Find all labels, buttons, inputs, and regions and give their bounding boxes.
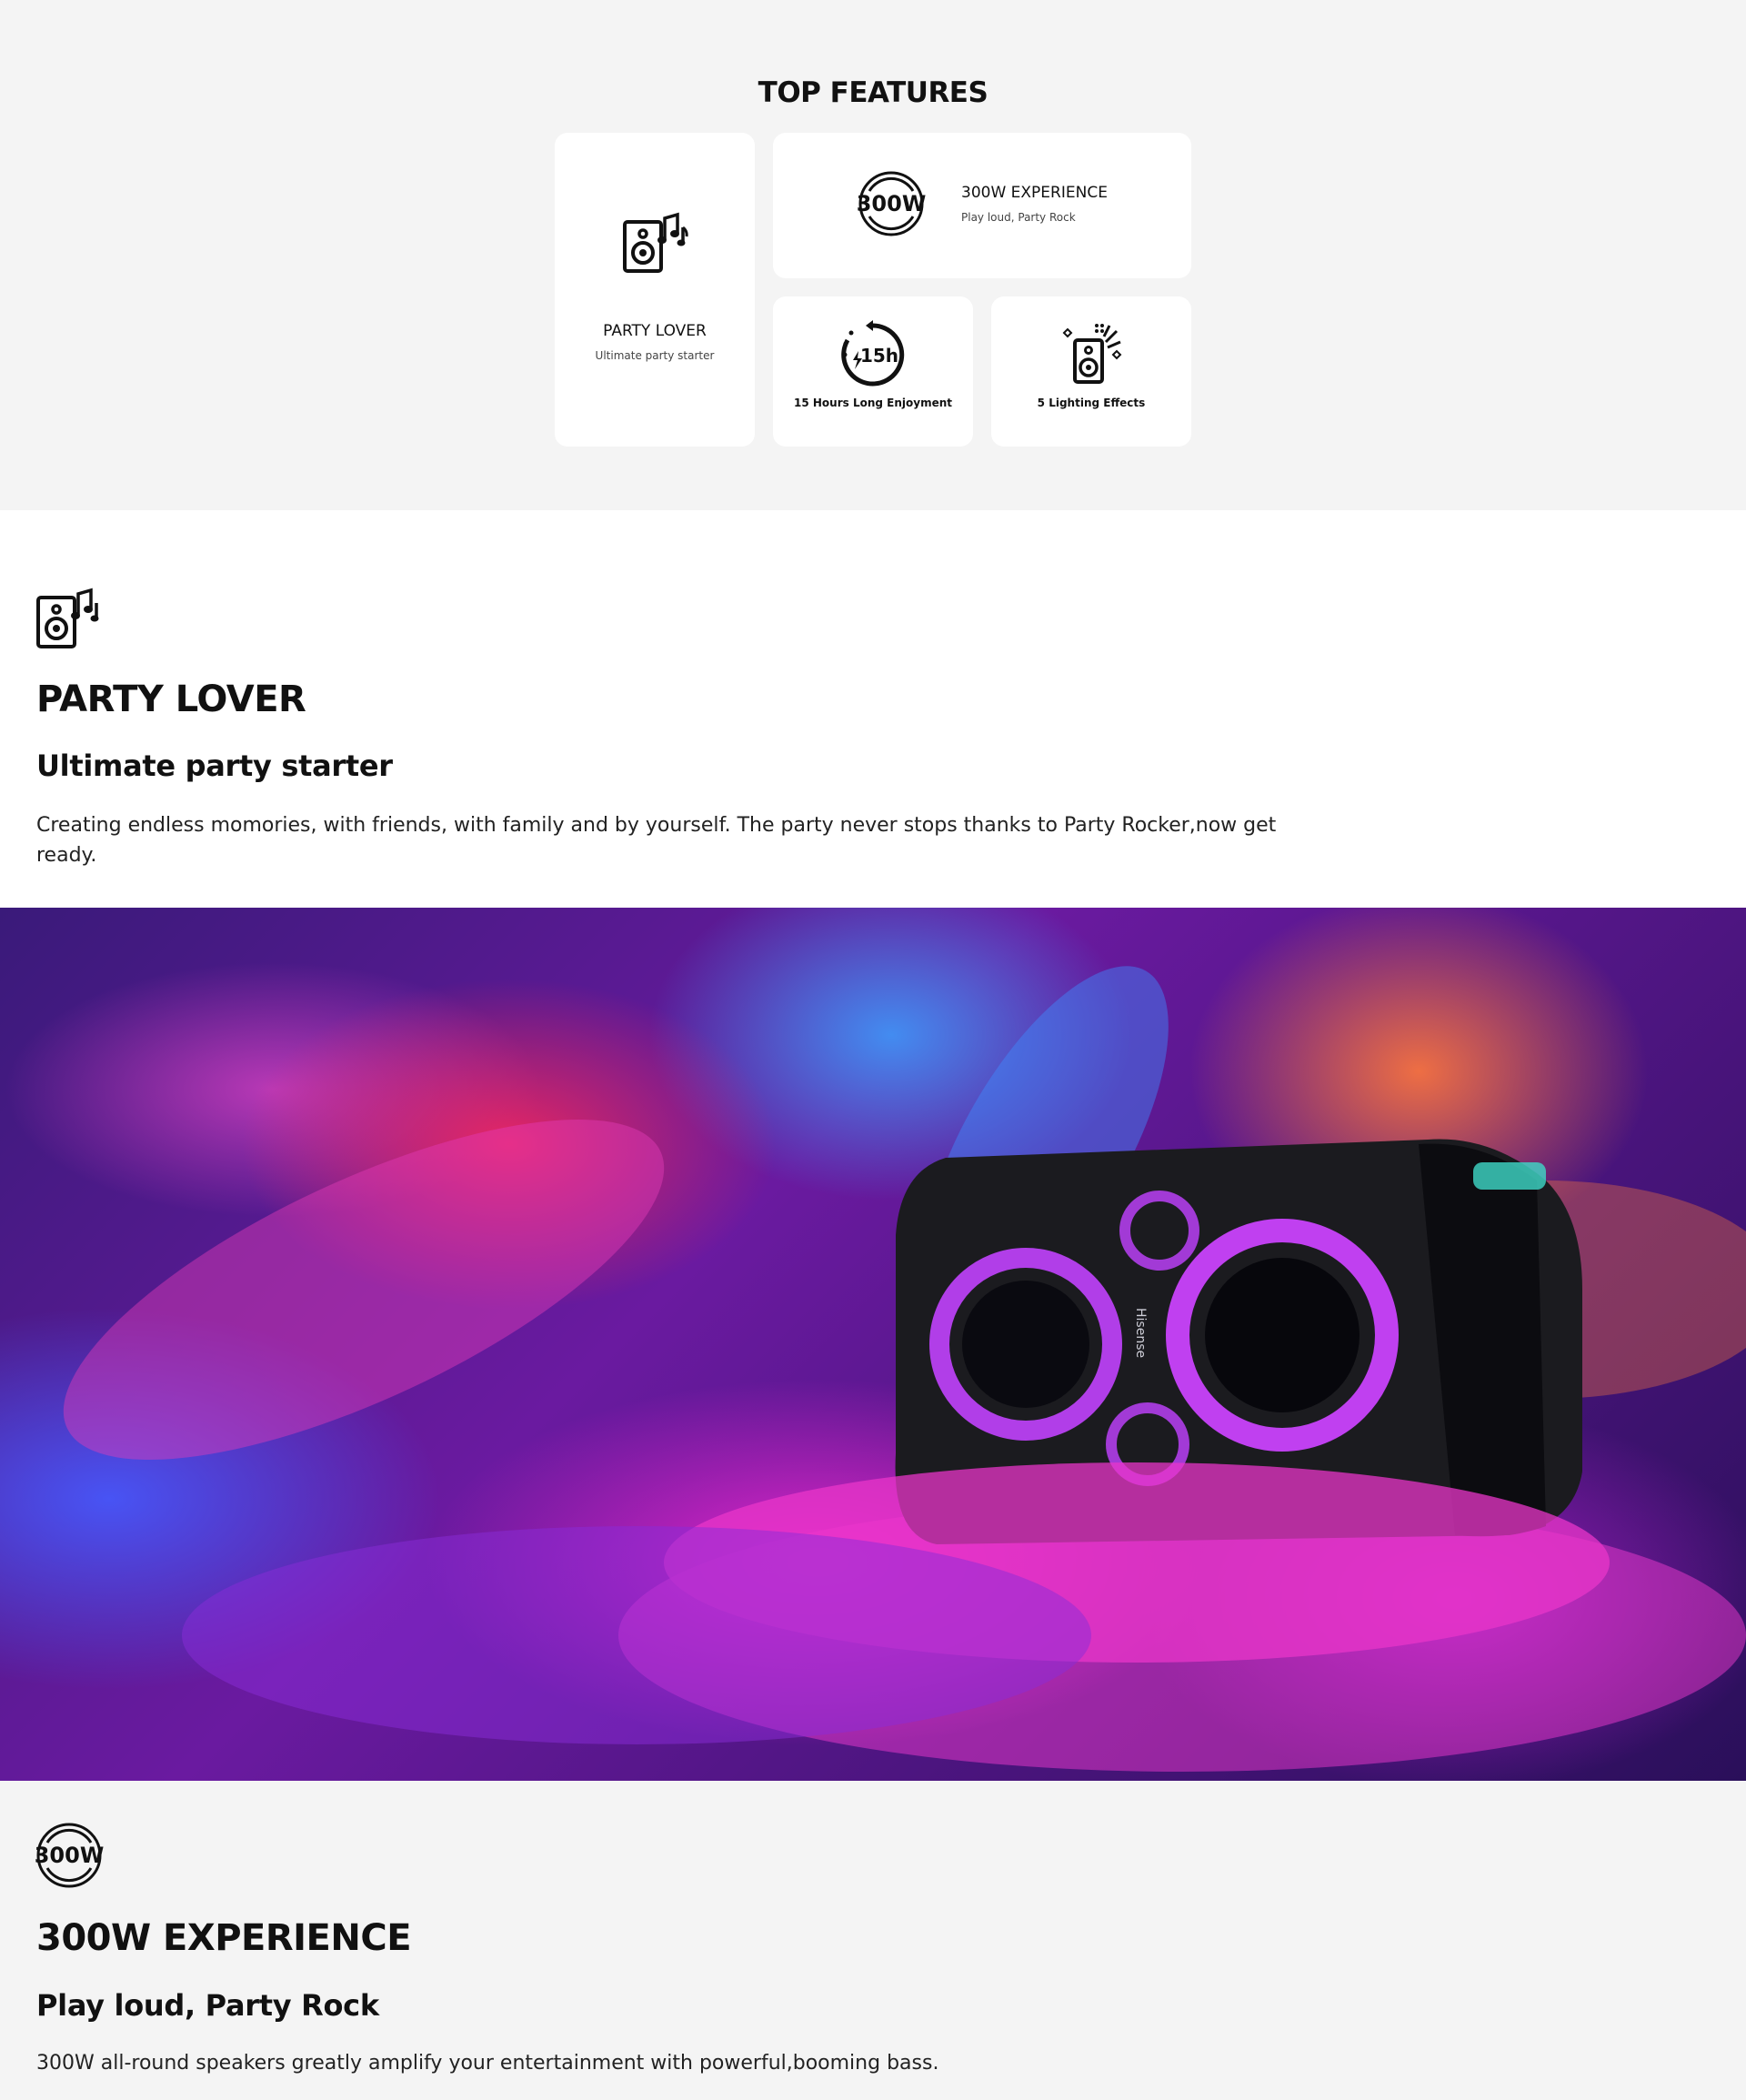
300w-experience-section: 300W 300W EXPERIENCE Play loud, Party Ro… [0,1781,1746,2099]
power-300w-icon: 300W [35,1823,104,1888]
feature-card-title: 5 Lighting Effects [1037,397,1146,409]
feature-card-party-lover[interactable]: PARTY LOVER Ultimate party starter [555,133,755,447]
wattage-badge: 300W [857,191,926,216]
speaker-brand-label: Hisense [1133,1308,1148,1358]
feature-card-15-hours[interactable]: 15h 15 Hours Long Enjoyment [773,296,973,447]
party-lover-section: PARTY LOVER Ultimate party starter Creat… [0,510,1746,908]
battery-15h-icon: 15h [841,320,905,387]
feature-card-title: 15 Hours Long Enjoyment [794,397,952,409]
section-title: PARTY LOVER [36,678,306,720]
feature-card-300w[interactable]: 300W 300W EXPERIENCE Play loud, Party Ro… [773,133,1191,278]
feature-card-lighting[interactable]: 5 Lighting Effects [991,296,1191,447]
speaker-music-icon [623,212,688,273]
hero-speaker-illustration: Hisense [63,966,1746,1772]
top-features-section: TOP FEATURES PARTY LOVER Ultimate party … [0,0,1746,510]
feature-card-subtitle: Ultimate party starter [595,349,715,362]
section-description: Creating endless momories, with friends,… [36,814,1277,867]
speaker-music-icon [36,588,99,648]
section-subtitle: Ultimate party starter [36,749,393,783]
feature-card-title: PARTY LOVER [603,322,707,340]
section-subtitle: Play loud, Party Rock [36,1988,379,2023]
power-300w-icon: 300W [857,171,926,236]
section-title: 300W EXPERIENCE [36,1917,412,1959]
feature-card-subtitle: Play loud, Party Rock [961,211,1076,224]
lighting-speaker-icon [1062,324,1122,384]
party-speaker-color-powder-image: Hisense [0,908,1746,1781]
top-features-title: TOP FEATURES [758,76,988,109]
feature-card-title: 300W EXPERIENCE [961,184,1108,202]
hours-badge: 15h [860,345,898,367]
section-description: 300W all-round speakers greatly amplify … [36,2052,939,2075]
wattage-badge: 300W [35,1843,104,1868]
